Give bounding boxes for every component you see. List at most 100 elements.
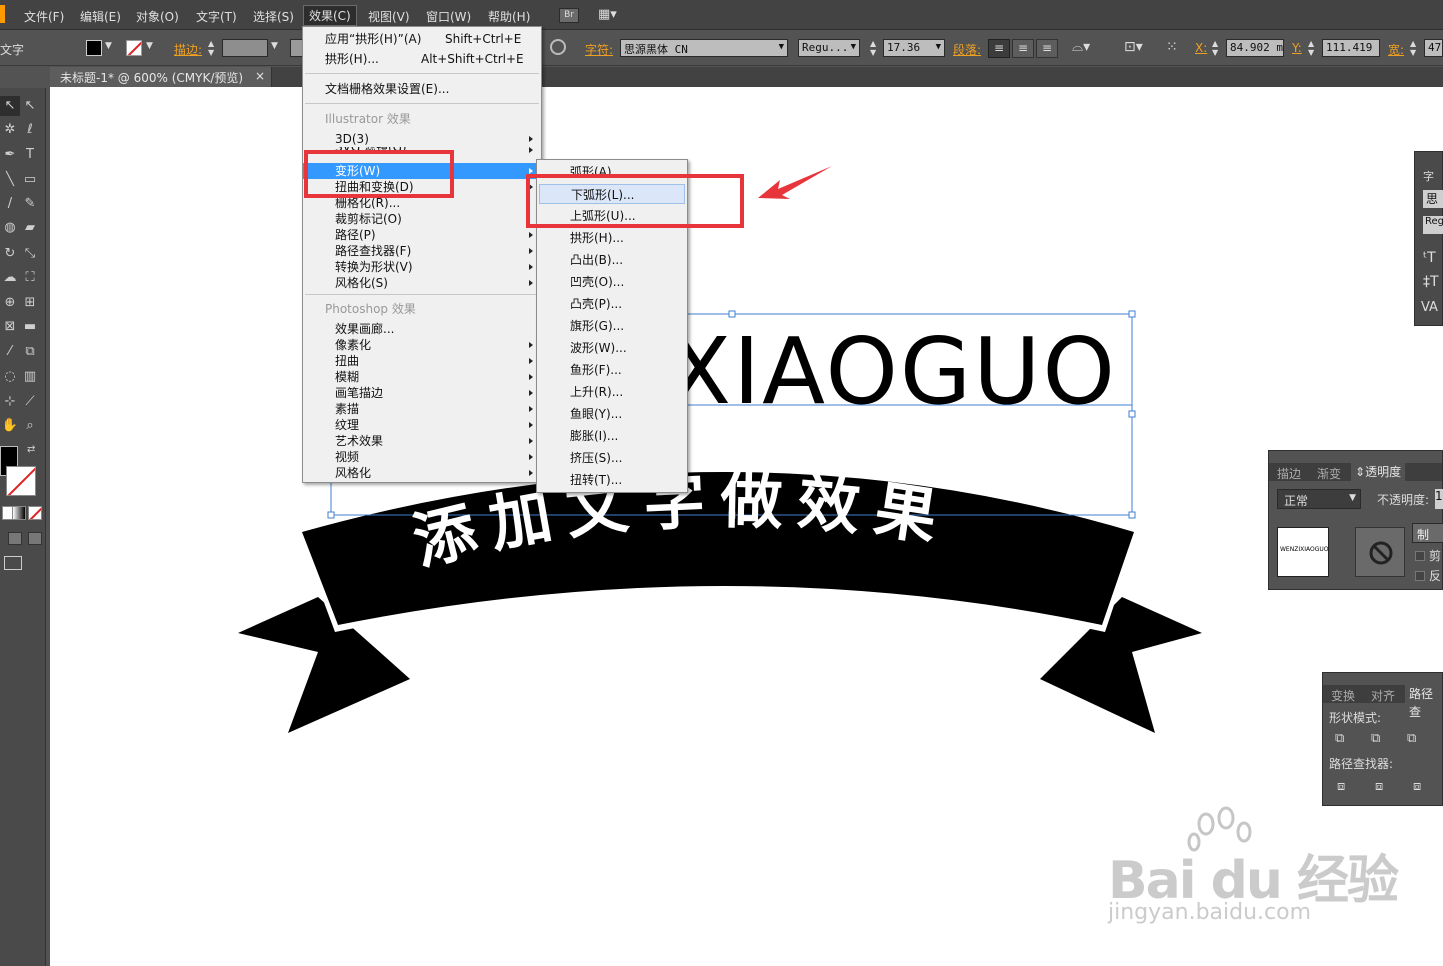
warp-bulge[interactable]: 凸出(B)... [537,250,687,270]
blend-mode-select[interactable]: 正常 ▼ [1277,489,1361,509]
menu-artistic[interactable]: 艺术效果 [303,433,541,449]
menu-distort[interactable]: 扭曲 [303,353,541,369]
free-transform-tool-icon[interactable]: ⛶ [20,268,40,288]
font-style-dropdown-icon[interactable]: ▼ [851,42,856,52]
workspace-switcher-icon[interactable]: ▦▾ [598,8,624,22]
stroke-weight-input[interactable] [222,39,268,57]
rotate-tool-icon[interactable]: ↻ [0,244,20,264]
handle-bottom-right[interactable] [1128,511,1136,519]
warp-shell-lower[interactable]: 凹壳(O)... [537,272,687,292]
warp-arch[interactable]: 拱形(H)... [537,228,687,248]
blob-brush-tool-icon[interactable]: ◍ [0,218,20,238]
screen-mode-icon[interactable] [4,556,22,570]
eyedropper-tool-icon[interactable]: ⁄ [0,342,20,362]
line-tool-icon[interactable]: ╲ [0,170,20,190]
direct-selection-tool-icon[interactable]: ↖ [20,96,40,116]
warp-wave[interactable]: 波形(W)... [537,338,687,358]
stroke-dropdown-icon[interactable]: ▼ [146,41,153,51]
pen-tool-icon[interactable]: ✒ [0,145,20,165]
warp-inflate[interactable]: 膨胀(I)... [537,426,687,446]
tab-transparency[interactable]: ⇕透明度 [1351,463,1406,481]
font-style-input[interactable]: Regu... ▼ [798,39,860,57]
intersect-icon[interactable]: ⧉ [1407,731,1416,746]
menu-select[interactable]: 选择(S) [249,7,298,26]
width-stepper[interactable]: ▲ ▼ [1410,39,1422,57]
blend-tool-icon[interactable]: ⧉ [20,342,40,362]
menu-crop-marks[interactable]: 裁剪标记(O) [303,211,541,227]
menu-sketch[interactable]: 素描 [303,401,541,417]
align-center-button[interactable]: ≡ [1012,39,1034,58]
merge-icon[interactable]: ⧈ [1413,779,1421,794]
menu-path[interactable]: 路径(P) [303,227,541,243]
opacity-input[interactable]: 1 [1435,489,1443,509]
character-font-input[interactable]: 思 [1423,190,1443,208]
magic-wand-tool-icon[interactable]: ✲ [0,120,20,140]
menu-object[interactable]: 对象(O) [132,7,183,26]
menu-window[interactable]: 窗口(W) [422,7,475,26]
menu-effect-gallery[interactable]: 效果画廊... [303,321,541,337]
shape-builder-tool-icon[interactable]: ⊕ [0,293,20,313]
minus-front-icon[interactable]: ⧉ [1371,731,1380,746]
draw-normal-icon[interactable] [8,532,22,545]
trim-icon[interactable]: ⧈ [1375,779,1383,794]
width-input[interactable]: 47. [1424,39,1443,57]
column-graph-tool-icon[interactable]: ▥ [20,367,40,387]
gradient-tool-icon[interactable]: ▬ [20,317,40,337]
align-left-button[interactable]: ≡ [988,39,1010,58]
none-mode-button[interactable] [28,506,42,520]
warp-shell-upper[interactable]: 凸壳(P)... [537,294,687,314]
invert-mask-checkbox[interactable] [1415,571,1425,581]
swap-fill-stroke-icon[interactable]: ⇄ [27,444,35,455]
document-tab[interactable]: 未标题-1* @ 600% (CMYK/预览) × [50,67,272,87]
tab-gradient[interactable]: 渐变 [1317,465,1341,482]
font-size-dropdown-icon[interactable]: ▼ [936,42,941,52]
character-label[interactable]: 字符: [585,41,613,58]
warp-fisheye[interactable]: 鱼眼(Y)... [537,404,687,424]
handle-top-center[interactable] [728,310,736,318]
menu-raster-effects-settings[interactable]: 文档栅格效果设置(E)... [303,81,541,97]
stroke-color-box[interactable] [6,466,36,496]
warp-tool-icon[interactable]: ☁ [0,268,20,288]
warp-twist[interactable]: 扭转(T)... [537,470,687,490]
menu-view[interactable]: 视图(V) [364,7,414,26]
stroke-swatch[interactable] [126,40,142,56]
unite-icon[interactable]: ⧉ [1335,731,1344,746]
fill-dropdown-icon[interactable]: ▼ [105,41,112,51]
font-size-input[interactable]: 17.36 ▼ [883,39,945,57]
clip-checkbox[interactable] [1415,551,1425,561]
warp-squeeze[interactable]: 挤压(S)... [537,448,687,468]
recolor-icon[interactable] [550,39,566,55]
font-size-stepper[interactable]: ▲ ▼ [870,39,882,57]
menu-effect[interactable]: 效果(C) [303,5,357,26]
width-label[interactable]: 宽: [1388,41,1404,58]
slice-tool-icon[interactable]: ⟋ [20,392,40,412]
menu-pathfinder[interactable]: 路径查找器(F) [303,243,541,259]
symbol-sprayer-tool-icon[interactable]: ◌ [0,367,20,387]
divide-icon[interactable]: ⧈ [1337,779,1345,794]
menu-last-effect[interactable]: 拱形(H)... Alt+Shift+Ctrl+E [303,51,541,67]
menu-help[interactable]: 帮助(H) [484,7,534,26]
reference-point-icon[interactable]: ⁙ [1166,39,1178,55]
paintbrush-tool-icon[interactable]: / [0,194,20,214]
menu-apply-last-effect[interactable]: 应用“拱形(H)”(A) Shift+Ctrl+E [303,31,541,47]
paragraph-label[interactable]: 段落: [953,41,981,58]
x-label[interactable]: X: [1195,41,1207,55]
fill-swatch[interactable] [86,40,102,56]
menu-edit[interactable]: 编辑(E) [76,7,125,26]
close-tab-icon[interactable]: × [255,69,265,83]
scale-tool-icon[interactable]: ⤡ [20,244,40,264]
tab-transform[interactable]: 变换 [1331,687,1355,704]
menu-file[interactable]: 文件(F) [20,7,68,26]
menu-stylize-photoshop[interactable]: 风格化 [303,465,541,481]
tab-pathfinder[interactable]: 路径查 [1405,685,1442,719]
menu-type[interactable]: 文字(T) [192,7,241,26]
warp-rise[interactable]: 上升(R)... [537,382,687,402]
y-input[interactable]: 111.419 [1322,39,1380,57]
x-input[interactable]: 84.902 m [1226,39,1284,57]
align-objects-icon[interactable]: ⊡▾ [1124,39,1143,55]
make-mask-button[interactable]: 制 [1412,523,1443,543]
artwork-thumbnail[interactable]: WENZIXIAOGUO [1277,527,1329,577]
draw-behind-icon[interactable] [28,532,42,545]
artboard-tool-icon[interactable]: ⊹ [0,392,20,412]
selection-tool-icon[interactable]: ↖ [0,96,20,116]
